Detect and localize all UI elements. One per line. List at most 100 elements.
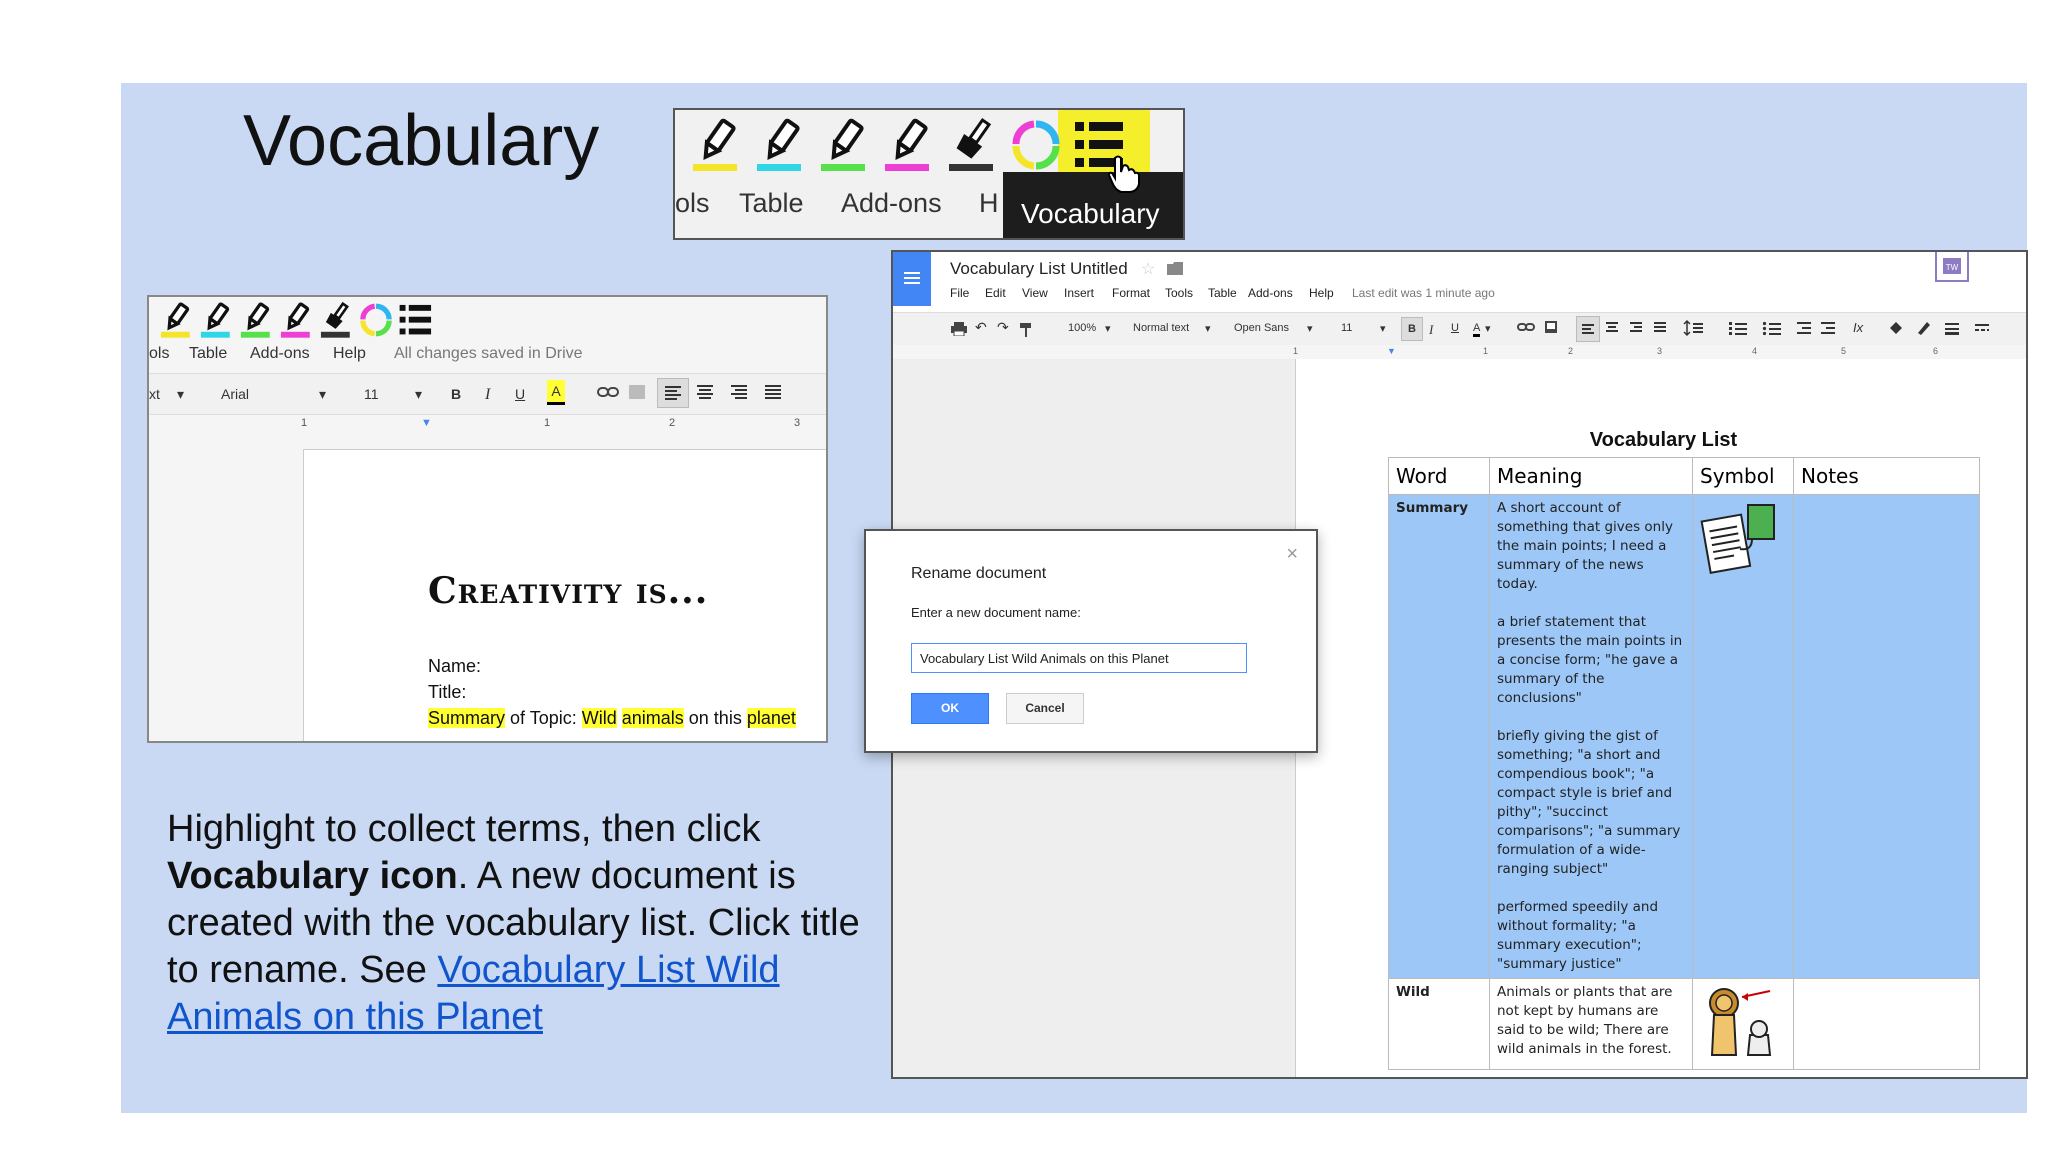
vocabulary-list-icon[interactable] xyxy=(397,301,435,339)
font-size-select[interactable]: 11 xyxy=(1341,322,1352,334)
meaning-cell[interactable]: A short account of something that gives … xyxy=(1489,494,1693,979)
menu-addons[interactable]: Add-ons xyxy=(250,345,310,363)
word-cell[interactable]: Summary xyxy=(1388,494,1490,979)
numbered-list-icon[interactable] xyxy=(1727,319,1749,340)
table-row[interactable]: Summary A short account of something tha… xyxy=(1388,494,1980,979)
indent-marker-icon[interactable]: ▼ xyxy=(1387,346,1396,356)
eraser-brush-icon[interactable] xyxy=(943,116,1001,174)
print-icon[interactable] xyxy=(951,322,967,339)
italic-button[interactable]: I xyxy=(485,386,490,404)
comment-icon[interactable] xyxy=(1544,320,1558,337)
doc-menubar: File Edit View Insert Format Tools Table… xyxy=(950,286,1850,304)
menu-tools-partial[interactable]: ols xyxy=(149,345,169,363)
border-width-icon[interactable] xyxy=(1943,319,1961,340)
magenta-highlighter-icon[interactable] xyxy=(879,116,937,174)
increase-indent-icon[interactable] xyxy=(1819,319,1837,340)
menu-table[interactable]: Table xyxy=(1208,286,1237,300)
undo-icon[interactable]: ↶ xyxy=(975,319,987,336)
desc-bold: Vocabulary icon xyxy=(167,855,458,897)
ruler-mark: 4 xyxy=(1752,346,1758,356)
menu-help[interactable]: Help xyxy=(1309,286,1334,300)
style-select[interactable]: Normal text xyxy=(1133,322,1189,334)
menu-view[interactable]: View xyxy=(1022,286,1048,300)
doc-title[interactable]: Vocabulary List Untitled xyxy=(950,259,1128,279)
cyan-highlighter-icon[interactable] xyxy=(197,301,235,339)
menu-tools[interactable]: Tools xyxy=(1165,286,1193,300)
decrease-indent-icon[interactable] xyxy=(1795,319,1813,340)
align-left-button[interactable] xyxy=(1576,316,1600,342)
paint-format-icon[interactable] xyxy=(1019,322,1033,341)
notes-cell[interactable] xyxy=(1793,494,1980,979)
menu-help-partial[interactable]: H xyxy=(979,188,999,219)
menu-insert[interactable]: Insert xyxy=(1064,286,1094,300)
justify-button[interactable] xyxy=(1651,319,1669,340)
link-icon[interactable] xyxy=(596,382,620,405)
menu-help[interactable]: Help xyxy=(333,345,366,363)
line-spacing-icon[interactable] xyxy=(1683,319,1705,340)
zoom-select[interactable]: 100% xyxy=(1068,322,1096,334)
style-select[interactable]: xt xyxy=(149,386,160,402)
border-color-icon[interactable] xyxy=(1915,319,1933,340)
align-left-button[interactable] xyxy=(657,378,689,408)
table-row[interactable]: Wild Animals or plants that are not kept… xyxy=(1388,978,1980,1070)
menu-table[interactable]: Table xyxy=(189,345,227,363)
justify-button[interactable] xyxy=(761,380,785,407)
redo-icon[interactable]: ↷ xyxy=(997,319,1009,336)
ok-button[interactable]: OK xyxy=(911,693,989,724)
highlighted-word: Summary xyxy=(428,708,506,728)
notes-cell[interactable] xyxy=(1793,978,1980,1070)
menu-addons[interactable]: Add-ons xyxy=(841,188,942,219)
menu-addons[interactable]: Add-ons xyxy=(1248,286,1293,300)
clear-formatting-icon[interactable]: Ix xyxy=(1853,320,1863,335)
left-doc-page[interactable]: Creativity is... Name: Title: Summary of… xyxy=(303,449,826,741)
italic-button[interactable]: I xyxy=(1429,322,1433,338)
symbol-cell[interactable] xyxy=(1692,494,1794,979)
last-edit-status[interactable]: Last edit was 1 minute ago xyxy=(1352,286,1495,300)
align-center-button[interactable] xyxy=(1603,319,1621,340)
yellow-highlighter-icon[interactable] xyxy=(157,301,195,339)
folder-icon[interactable] xyxy=(1167,262,1183,280)
font-size-select[interactable]: 11 xyxy=(364,386,379,402)
text-color-button[interactable]: A xyxy=(1473,322,1481,337)
green-highlighter-icon[interactable] xyxy=(237,301,275,339)
align-right-button[interactable] xyxy=(1627,319,1645,340)
comment-icon[interactable] xyxy=(627,382,647,405)
docs-logo-icon[interactable] xyxy=(893,252,931,306)
yellow-highlighter-icon[interactable] xyxy=(687,116,745,174)
bold-button[interactable]: B xyxy=(1401,317,1423,341)
eraser-brush-icon[interactable] xyxy=(317,301,355,339)
cyan-highlighter-icon[interactable] xyxy=(751,116,809,174)
menu-table[interactable]: Table xyxy=(739,188,804,219)
symbol-cell[interactable] xyxy=(1692,978,1794,1070)
bulleted-list-icon[interactable] xyxy=(1761,319,1783,340)
align-center-button[interactable] xyxy=(693,380,717,407)
meaning-cell[interactable]: Animals or plants that are not kept by h… xyxy=(1489,978,1693,1070)
document-name-input[interactable] xyxy=(911,643,1247,673)
align-right-button[interactable] xyxy=(727,380,751,407)
magenta-highlighter-icon[interactable] xyxy=(277,301,315,339)
refresh-cycle-icon[interactable] xyxy=(1007,116,1065,174)
addon-badge-icon[interactable]: TW xyxy=(1935,252,1969,282)
bold-button[interactable]: B xyxy=(451,386,461,402)
link-icon[interactable] xyxy=(1517,320,1535,337)
menu-file[interactable]: File xyxy=(950,286,969,300)
font-select[interactable]: Arial xyxy=(221,386,249,402)
word-cell[interactable]: Wild xyxy=(1388,978,1490,1070)
underline-button[interactable]: U xyxy=(1451,322,1459,334)
green-highlighter-icon[interactable] xyxy=(815,116,873,174)
menu-edit[interactable]: Edit xyxy=(985,286,1006,300)
vocabulary-table[interactable]: Word Meaning Symbol Notes Summary A shor… xyxy=(1388,457,1980,1070)
fill-color-icon[interactable] xyxy=(1887,319,1905,340)
font-select[interactable]: Open Sans xyxy=(1234,322,1289,334)
refresh-cycle-icon[interactable] xyxy=(357,301,395,339)
star-icon[interactable]: ☆ xyxy=(1141,259,1155,279)
doc-page[interactable]: Vocabulary List Word Meaning Symbol Note… xyxy=(1295,359,2026,1077)
cancel-button[interactable]: Cancel xyxy=(1006,693,1084,724)
menu-format[interactable]: Format xyxy=(1112,286,1150,300)
underline-button[interactable]: U xyxy=(515,386,525,402)
indent-marker-icon[interactable]: ▼ xyxy=(421,417,432,429)
border-dash-icon[interactable] xyxy=(1973,319,1991,340)
menu-tools-partial[interactable]: ols xyxy=(675,188,710,219)
text-color-button[interactable]: A xyxy=(547,380,565,405)
close-icon[interactable]: × xyxy=(1286,543,1298,566)
